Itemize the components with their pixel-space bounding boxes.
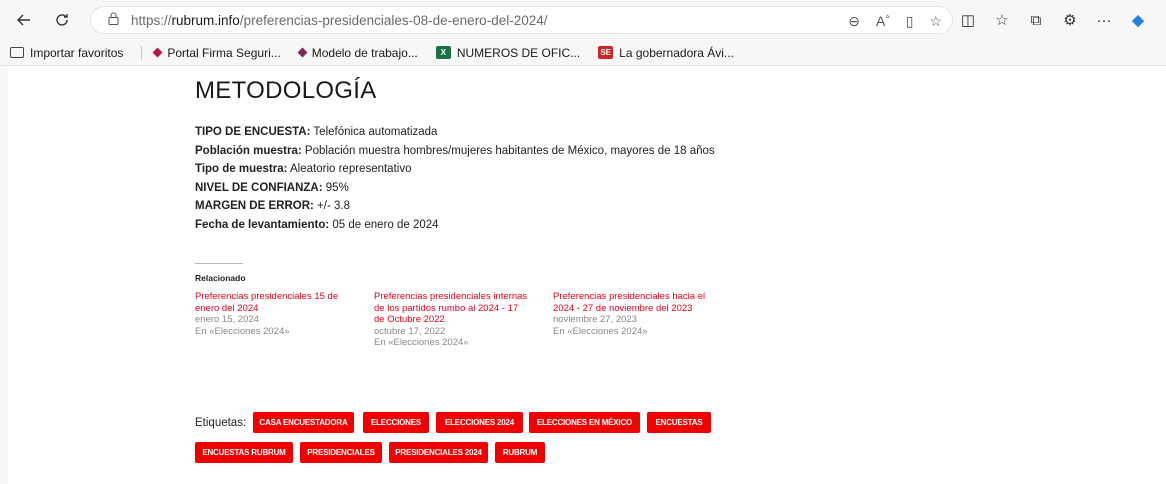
favorite-gobernadora[interactable]: SE La gobernadora Ávi... <box>598 46 734 60</box>
favorite-label: Modelo de trabajo... <box>311 45 418 60</box>
methodology-label: Tipo de muestra: <box>195 163 288 175</box>
favorite-label: NUMEROS DE OFIC... <box>456 45 581 60</box>
split-screen-icon[interactable]: ◫ <box>958 11 978 29</box>
extensions-icon[interactable]: ⚙ <box>1060 11 1080 29</box>
methodology-list: TIPO DE ENCUESTA: Telefónica automatizad… <box>195 123 755 234</box>
related-category: En «Elecciones 2024» <box>374 337 469 348</box>
favorites-separator <box>141 45 143 60</box>
related-heading: Relacionado <box>195 273 246 283</box>
favorites-bar: Importar favoritos Portal Firma Seguri..… <box>0 40 1166 66</box>
tag-elecciones-2024[interactable]: ELECCIONES 2024 <box>436 412 523 433</box>
related-date: enero 15, 2024 <box>195 314 259 325</box>
related-date: octubre 17, 2022 <box>374 325 446 337</box>
methodology-value: 05 de enero de 2024 <box>329 218 439 231</box>
methodology-value: Telefónica automatizada <box>310 126 438 138</box>
portal-firma-icon <box>152 47 163 58</box>
methodology-label: Fecha de levantamiento: <box>195 218 330 231</box>
tag-encuestas[interactable]: ENCUESTAS <box>647 412 711 433</box>
related-list: Preferencias presidenciales 15 de enero … <box>195 291 755 349</box>
tag-rubrum[interactable]: RUBRUM <box>495 442 545 463</box>
tag-encuestas-rubrum[interactable]: ENCUESTAS RUBRUM <box>195 442 293 463</box>
tag-elecciones-en-mexico[interactable]: ELECCIONES EN MÉXICO <box>529 412 640 433</box>
methodology-value: 95% <box>322 181 349 194</box>
related-divider <box>195 263 243 264</box>
page-viewport: METODOLOGÍA TIPO DE ENCUESTA: Telefónica… <box>8 66 1166 484</box>
methodology-row: MARGEN DE ERROR: +/- 3.8 <box>195 197 755 216</box>
related-link[interactable]: Preferencias presidenciales internas de … <box>374 291 553 326</box>
tag-presidenciales-2024[interactable]: PRESIDENCIALES 2024 <box>389 442 488 463</box>
related-title-line: Preferencias presidenciales hacia el <box>553 291 706 302</box>
related-section: Relacionado Preferencias presidenciales … <box>195 263 755 349</box>
favorite-portal-firma[interactable]: Portal Firma Seguri... <box>152 45 281 60</box>
more-icon[interactable]: ··· <box>1094 12 1114 29</box>
related-title-line: Preferencias presidenciales 15 de <box>195 291 339 302</box>
favorite-star-icon[interactable]: ☆ <box>929 13 942 30</box>
methodology-value: Población muestra hombres/mujeres habita… <box>301 144 715 157</box>
methodology-label: MARGEN DE ERROR: <box>195 200 314 212</box>
related-date: noviembre 27, 2023 <box>553 314 637 325</box>
url-prefix: https:// <box>131 12 172 28</box>
modelo-trabajo-icon <box>297 47 308 58</box>
favorite-modelo-trabajo[interactable]: Modelo de trabajo... <box>297 45 418 60</box>
related-title-line: 2024 - 27 de noviembre del 2023 <box>553 302 693 314</box>
favorite-label: Portal Firma Seguri... <box>167 45 281 60</box>
read-aloud-icon[interactable]: Aᐞ <box>876 13 890 29</box>
browser-window: https://rubrum.info/preferencias-preside… <box>0 0 1166 484</box>
related-title-line: de Octubre 2022 <box>374 314 445 325</box>
reload-icon[interactable] <box>48 6 76 34</box>
methodology-row: TIPO DE ENCUESTA: Telefónica automatizad… <box>195 123 755 142</box>
related-title-line: enero del 2024 <box>195 302 259 314</box>
related-category: En «Elecciones 2024» <box>553 325 648 337</box>
immersive-reader-icon[interactable]: ▯ <box>906 13 914 30</box>
methodology-label: NIVEL DE CONFIANZA: <box>195 181 323 194</box>
import-icon <box>10 47 24 58</box>
related-title-line: de los partidos rumbo al 2024 - 17 <box>374 302 519 314</box>
news-site-icon: SE <box>598 46 614 59</box>
favorite-numeros-oficio[interactable]: X NUMEROS DE OFIC... <box>435 45 581 60</box>
methodology-value: +/- 3.8 <box>313 200 350 212</box>
methodology-heading: METODOLOGÍA <box>195 77 377 104</box>
browser-toolbar: https://rubrum.info/preferencias-preside… <box>0 0 1166 40</box>
methodology-label: Población muestra: <box>195 144 302 157</box>
tag-elecciones[interactable]: ELECCIONES <box>363 412 429 433</box>
methodology-label: TIPO DE ENCUESTA: <box>195 126 311 138</box>
address-bar[interactable]: https://rubrum.info/preferencias-preside… <box>90 6 953 34</box>
zoom-icon[interactable]: ⊖ <box>848 13 860 30</box>
favorites-icon[interactable]: ☆ <box>992 11 1012 29</box>
methodology-value: Aleatorio representativo <box>287 163 412 175</box>
methodology-row: Fecha de levantamiento: 05 de enero de 2… <box>195 216 755 235</box>
related-item: Preferencias presidenciales 15 de enero … <box>195 291 374 349</box>
url-host: rubrum.info <box>171 12 240 28</box>
related-item: Preferencias presidenciales internas de … <box>374 291 553 349</box>
methodology-row: NIVEL DE CONFIANZA: 95% <box>195 179 755 198</box>
back-icon[interactable] <box>10 6 38 34</box>
methodology-row: Tipo de muestra: Aleatorio representativ… <box>195 160 755 179</box>
tag-casa-encuestadora[interactable]: CASA ENCUESTADORA <box>253 412 354 433</box>
favorite-label: La gobernadora Ávi... <box>619 45 734 60</box>
related-link[interactable]: Preferencias presidenciales 15 de enero … <box>195 291 374 314</box>
related-item: Preferencias presidenciales hacia el 202… <box>553 291 732 349</box>
favorite-label: Importar favoritos <box>30 45 124 60</box>
related-category: En «Elecciones 2024» <box>195 325 290 337</box>
excel-icon: X <box>435 46 451 59</box>
favorite-import[interactable]: Importar favoritos <box>10 46 123 60</box>
methodology-row: Población muestra: Población muestra hom… <box>195 142 755 161</box>
collections-icon[interactable]: ⧉ <box>1026 12 1046 29</box>
related-link[interactable]: Preferencias presidenciales hacia el 202… <box>553 291 732 314</box>
lock-icon[interactable] <box>103 12 123 28</box>
url-text[interactable]: https://rubrum.info/preferencias-preside… <box>131 13 548 28</box>
copilot-icon[interactable]: ◆ <box>1128 11 1148 29</box>
tag-presidenciales[interactable]: PRESIDENCIALES <box>300 442 382 463</box>
tags-label: Etiquetas: <box>195 417 247 429</box>
url-path: /preferencias-presidenciales-08-de-enero… <box>239 12 548 28</box>
related-title-line: Preferencias presidenciales internas <box>374 291 528 302</box>
